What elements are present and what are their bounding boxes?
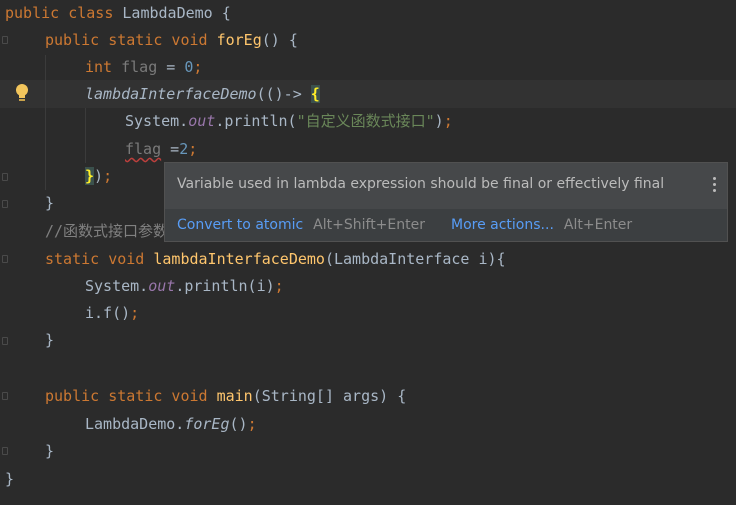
operator: = — [157, 58, 185, 76]
more-actions-link[interactable]: More actions... — [451, 217, 554, 233]
class-ref: System. — [125, 112, 189, 130]
code-line[interactable]: lambdaInterfaceDemo(()-> { — [85, 81, 320, 108]
method-name: forEg — [216, 31, 262, 49]
semicolon: ; — [443, 112, 453, 130]
static-method-call: forEg — [184, 415, 230, 433]
paren: ) — [94, 167, 104, 185]
more-options-icon[interactable] — [713, 177, 717, 195]
brace: } — [45, 194, 55, 212]
code-line[interactable]: i.f(); — [85, 300, 139, 327]
code-line[interactable]: public static void main(String[] args) { — [45, 383, 406, 410]
popup-actions: Convert to atomic Alt+Shift+Enter More act… — [177, 217, 632, 233]
code-line[interactable]: public static void forEg() { — [45, 27, 298, 54]
class-ref: System. — [85, 277, 149, 295]
keyword: int — [85, 58, 113, 76]
comment: //函数式接口参数 — [45, 222, 169, 240]
code-line[interactable]: flag =2; — [125, 136, 197, 163]
code-line[interactable]: //函数式接口参数 — [45, 218, 168, 245]
matched-brace: { — [310, 85, 320, 103]
paren: () — [229, 415, 248, 433]
matched-brace: } — [85, 167, 95, 185]
method-signature: () { — [261, 31, 298, 49]
code-line[interactable]: }); — [85, 163, 112, 190]
code-line[interactable]: } — [45, 438, 54, 465]
method-call: .println( — [215, 112, 297, 130]
inspection-popup: Variable used in lambda expression shoul… — [164, 162, 728, 242]
fold-marker[interactable] — [2, 392, 8, 400]
fold-marker[interactable] — [2, 447, 8, 455]
semicolon: ; — [103, 167, 113, 185]
keyword: public static void — [45, 31, 208, 49]
method-name: main — [216, 387, 253, 405]
method-call: .println(i) — [175, 277, 275, 295]
fold-marker[interactable] — [2, 200, 8, 208]
brace: } — [45, 331, 55, 349]
error-message: Variable used in lambda expression shoul… — [177, 176, 665, 192]
code-line[interactable]: static void lambdaInterfaceDemo(LambdaIn… — [45, 246, 506, 273]
keyword: static void — [45, 250, 145, 268]
method-signature: (String[] args) { — [252, 387, 407, 405]
code-line[interactable]: System.out.println("自定义函数式接口"); — [125, 108, 453, 135]
semicolon: ; — [247, 415, 257, 433]
static-field: out — [148, 277, 176, 295]
keyword: public static void — [45, 387, 208, 405]
fold-marker[interactable] — [2, 337, 8, 345]
code-line[interactable]: } — [5, 466, 14, 493]
class-name: LambdaDemo — [122, 4, 213, 22]
lambda-arrow: (()-> — [256, 85, 302, 103]
code-line[interactable]: public class LambdaDemo { — [5, 0, 231, 27]
keyword: public class — [5, 4, 114, 22]
code-line[interactable]: int flag = 0; — [85, 54, 202, 81]
popup-message-row: Variable used in lambda expression shoul… — [165, 163, 727, 209]
semicolon: ; — [274, 277, 284, 295]
code-editor[interactable]: public class LambdaDemo { public static … — [0, 0, 736, 505]
fold-marker[interactable] — [2, 36, 8, 44]
shortcut-hint: Alt+Shift+Enter — [313, 217, 425, 233]
operator: = — [161, 140, 180, 158]
paren: ) — [434, 112, 444, 130]
convert-to-atomic-link[interactable]: Convert to atomic — [177, 217, 303, 233]
code-line[interactable]: LambdaDemo.forEg(); — [85, 411, 257, 438]
error-variable[interactable]: flag — [125, 140, 161, 158]
method-call: i.f() — [85, 304, 131, 322]
variable-name: flag — [121, 58, 158, 76]
method-signature: (LambdaInterface i){ — [324, 250, 506, 268]
brace: } — [45, 442, 55, 460]
method-name: lambdaInterfaceDemo — [153, 250, 325, 268]
code-line[interactable]: } — [45, 190, 54, 217]
shortcut-hint: Alt+Enter — [563, 217, 633, 233]
number-literal: 2 — [179, 140, 189, 158]
semicolon: ; — [130, 304, 140, 322]
brace: { — [221, 4, 231, 22]
class-ref: LambdaDemo. — [85, 415, 185, 433]
semicolon: ; — [193, 58, 203, 76]
brace: } — [5, 470, 15, 488]
code-line[interactable]: } — [45, 327, 54, 354]
method-call: lambdaInterfaceDemo — [85, 85, 257, 103]
code-line[interactable]: System.out.println(i); — [85, 273, 284, 300]
static-field: out — [188, 112, 216, 130]
lightbulb-icon[interactable] — [14, 83, 30, 103]
fold-marker[interactable] — [2, 173, 8, 181]
indent-guide — [85, 108, 86, 163]
semicolon: ; — [188, 140, 198, 158]
indent-guide — [45, 55, 46, 190]
fold-marker[interactable] — [2, 255, 8, 263]
string-literal: "自定义函数式接口" — [296, 112, 435, 130]
